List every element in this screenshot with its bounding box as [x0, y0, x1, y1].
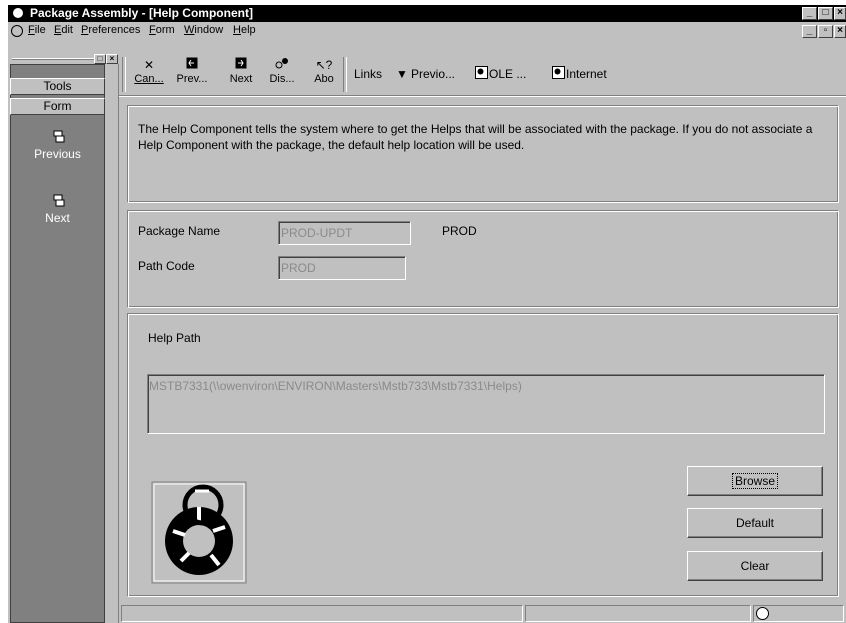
- link-internet[interactable]: Internet: [566, 67, 607, 81]
- display-icon: [269, 57, 295, 73]
- close-icon[interactable]: ×: [834, 7, 846, 20]
- default-button[interactable]: Default: [687, 508, 823, 538]
- internet-icon: [552, 66, 565, 79]
- package-name-label: Package Name: [138, 224, 221, 238]
- browse-button[interactable]: Browse: [687, 466, 823, 496]
- help-path-box: Help Path MSTB7331(\\owenviron\ENVIRON\M…: [127, 313, 839, 597]
- cancel-icon: ✕: [143, 58, 155, 72]
- link-previous[interactable]: Previo...: [411, 67, 455, 81]
- package-name-field[interactable]: PROD-UPDT: [278, 221, 411, 245]
- form-area: The Help Component tells the system wher…: [119, 97, 846, 603]
- path-code-label: Path Code: [138, 259, 195, 273]
- previous-form-icon[interactable]: [53, 130, 65, 144]
- menu-preferences[interactable]: Preferences: [81, 24, 140, 36]
- path-code-field[interactable]: PROD: [278, 256, 406, 280]
- browse-button-label: Browse: [731, 473, 778, 489]
- previous-button[interactable]: Prev...: [176, 57, 208, 93]
- previous-icon: [176, 57, 208, 73]
- toolbar-grip: [122, 57, 126, 92]
- display-button[interactable]: Dis...: [269, 57, 295, 93]
- description-text: The Help Component tells the system wher…: [138, 122, 813, 152]
- child-minimize-icon[interactable]: _: [802, 25, 817, 38]
- title-bar: Package Assembly - [Help Component] _ □ …: [8, 5, 846, 22]
- clear-button[interactable]: Clear: [687, 551, 823, 581]
- minimize-icon[interactable]: _: [802, 7, 817, 20]
- maximize-icon[interactable]: □: [818, 7, 833, 20]
- menu-window[interactable]: Window: [184, 24, 223, 36]
- exit-bar-header: □ ×: [8, 54, 119, 64]
- toolbar-separator: [343, 57, 347, 92]
- menu-form[interactable]: Form: [149, 24, 175, 36]
- lifebuoy-icon: [151, 481, 247, 584]
- links-dropdown-icon[interactable]: ▼: [396, 67, 408, 81]
- menu-edit[interactable]: Edit: [54, 24, 73, 36]
- status-cell-main: [121, 605, 523, 622]
- sidebar-item-previous[interactable]: Previous: [10, 147, 105, 161]
- next-form-icon[interactable]: [53, 194, 65, 208]
- grip-handle[interactable]: [12, 58, 96, 60]
- ole-icon: [475, 66, 488, 79]
- doc-globe-icon[interactable]: [11, 25, 23, 37]
- next-button[interactable]: Next: [229, 57, 253, 93]
- about-button[interactable]: ↖? Abo: [311, 57, 337, 93]
- sidebar-item-next[interactable]: Next: [10, 211, 105, 225]
- child-close-icon[interactable]: ×: [834, 25, 846, 38]
- next-icon: [229, 57, 253, 73]
- package-info-box: Package Name PROD-UPDT PROD Path Code PR…: [127, 210, 839, 308]
- help-path-label: Help Path: [148, 331, 201, 345]
- status-globe-icon: [756, 607, 769, 620]
- child-restore-icon[interactable]: ▫: [818, 25, 833, 38]
- menu-help[interactable]: Help: [233, 24, 256, 36]
- link-ole[interactable]: OLE ...: [489, 67, 526, 81]
- description-box: The Help Component tells the system wher…: [127, 105, 839, 203]
- menu-bar: File Edit Preferences Form Window Help _…: [8, 22, 846, 40]
- status-cell-right: [753, 605, 844, 622]
- pin-icon[interactable]: □: [94, 54, 106, 64]
- form-button[interactable]: Form: [10, 98, 105, 115]
- tools-button[interactable]: Tools: [10, 78, 105, 95]
- links-label: Links: [354, 67, 383, 81]
- menu-file[interactable]: File: [28, 24, 46, 36]
- help-path-field[interactable]: MSTB7331(\\owenviron\ENVIRON\Masters\Mst…: [147, 374, 825, 434]
- toolbar-strip: [8, 40, 846, 54]
- toolbar: ✕ Can... Prev... Next Dis... ↖? Abo Link…: [119, 54, 846, 96]
- status-bar: [119, 603, 846, 623]
- exit-bar-close-icon[interactable]: ×: [106, 54, 118, 64]
- app-globe-icon: [12, 7, 24, 19]
- package-name-description: PROD: [442, 224, 477, 238]
- window-title: Package Assembly - [Help Component]: [30, 6, 253, 20]
- status-cell-middle: [525, 605, 751, 622]
- cancel-button[interactable]: ✕ Can...: [134, 57, 164, 93]
- about-icon: ↖?: [315, 58, 333, 72]
